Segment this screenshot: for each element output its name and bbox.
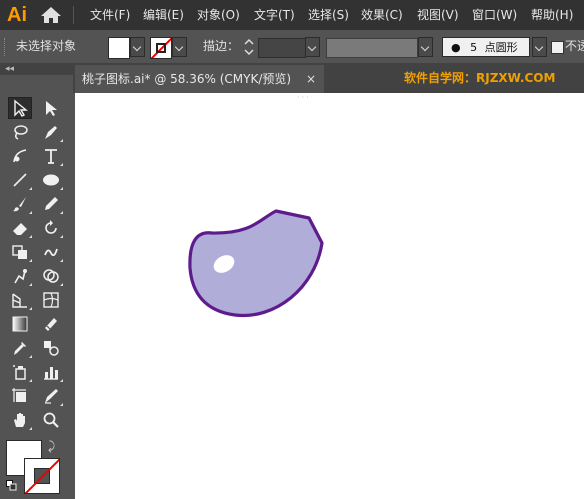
menu-select[interactable]: 选择(S) bbox=[308, 0, 349, 30]
stroke-color-box[interactable] bbox=[24, 458, 60, 494]
warp-tool-icon[interactable] bbox=[39, 241, 63, 263]
type-tool-icon[interactable] bbox=[39, 145, 63, 167]
brush-dropdown[interactable] bbox=[532, 37, 547, 57]
rotate-tool-icon[interactable] bbox=[39, 217, 63, 239]
menu-effect[interactable]: 效果(C) bbox=[361, 0, 403, 30]
eraser-alt-tool-icon[interactable] bbox=[39, 313, 63, 335]
width-tool-icon[interactable] bbox=[8, 241, 32, 263]
peach-shape-artwork[interactable] bbox=[75, 93, 584, 499]
shape-builder-tool-icon[interactable] bbox=[39, 265, 63, 287]
panel-collapse-icon[interactable]: ◂◂ bbox=[5, 63, 14, 75]
symbol-sprayer-tool-icon[interactable] bbox=[8, 361, 32, 383]
lasso-tool-icon[interactable] bbox=[8, 121, 32, 143]
fill-dropdown[interactable] bbox=[130, 37, 145, 57]
pencil-tool-icon[interactable] bbox=[39, 193, 63, 215]
brush-name: 点圆形 bbox=[484, 41, 518, 54]
curvature-tool-icon[interactable] bbox=[8, 145, 32, 167]
brush-definition-field[interactable]: ● 5 点圆形 bbox=[442, 37, 530, 57]
eyedropper-tool-icon[interactable] bbox=[8, 337, 32, 359]
peach-body[interactable] bbox=[188, 209, 324, 318]
stroke-color-swatch[interactable] bbox=[150, 37, 172, 59]
fill-color-swatch[interactable] bbox=[108, 37, 130, 59]
zoom-tool-icon[interactable] bbox=[39, 409, 63, 431]
menu-file[interactable]: 文件(F) bbox=[90, 0, 130, 30]
stroke-weight-stepper[interactable] bbox=[242, 37, 256, 57]
line-segment-tool-icon[interactable] bbox=[8, 169, 32, 191]
watermark-text: 软件自学网：RJZXW.COM bbox=[404, 71, 556, 85]
hand-tool-icon[interactable] bbox=[8, 409, 32, 431]
selection-tool-icon[interactable] bbox=[8, 97, 32, 119]
slice-tool-icon[interactable] bbox=[39, 385, 63, 407]
stroke-dropdown[interactable] bbox=[172, 37, 187, 57]
default-colors-icon[interactable] bbox=[6, 480, 17, 491]
opacity-checkbox[interactable] bbox=[551, 41, 564, 54]
menu-window[interactable]: 窗口(W) bbox=[472, 0, 517, 30]
gradient-tool-icon[interactable] bbox=[8, 313, 32, 335]
eraser-tool-icon[interactable] bbox=[8, 217, 32, 239]
profile-dropdown[interactable] bbox=[418, 37, 433, 57]
blend-tool-icon[interactable] bbox=[39, 337, 63, 359]
variable-width-profile[interactable] bbox=[326, 38, 418, 58]
pen-tool-icon[interactable] bbox=[39, 121, 63, 143]
swap-fill-stroke-icon[interactable]: ⤸ bbox=[48, 440, 55, 452]
menu-type[interactable]: 文字(T) bbox=[254, 0, 295, 30]
menu-edit[interactable]: 编辑(E) bbox=[143, 0, 184, 30]
perspective-grid-tool-icon[interactable] bbox=[8, 289, 32, 311]
document-tab-title[interactable]: 桃子图标.ai* @ 58.36% (CMYK/预览) bbox=[82, 65, 291, 93]
app-logo: Ai bbox=[7, 4, 27, 26]
menu-view[interactable]: 视图(V) bbox=[417, 0, 459, 30]
artboard-tool-icon[interactable] bbox=[8, 385, 32, 407]
control-bar-grip[interactable] bbox=[4, 38, 7, 56]
brush-dot-icon: ● bbox=[451, 41, 461, 54]
selection-status: 未选择对象 bbox=[16, 39, 77, 53]
paintbrush-tool-icon[interactable] bbox=[8, 193, 32, 215]
column-graph-tool-icon[interactable] bbox=[39, 361, 63, 383]
ellipse-tool-icon[interactable] bbox=[39, 169, 63, 191]
brush-size: 5 bbox=[470, 41, 478, 54]
home-icon[interactable] bbox=[40, 6, 62, 24]
close-tab-icon[interactable]: × bbox=[306, 65, 316, 93]
menu-divider bbox=[73, 6, 74, 24]
menu-help[interactable]: 帮助(H) bbox=[531, 0, 573, 30]
stroke-weight-dropdown[interactable] bbox=[305, 37, 320, 57]
stroke-weight-input[interactable] bbox=[258, 38, 306, 58]
direct-selection-tool-icon[interactable] bbox=[39, 97, 63, 119]
none-slash bbox=[25, 459, 59, 493]
menu-object[interactable]: 对象(O) bbox=[197, 0, 240, 30]
puppet-warp-tool-icon[interactable] bbox=[8, 265, 32, 287]
mesh-tool-icon[interactable] bbox=[39, 289, 63, 311]
stroke-label[interactable]: 描边： bbox=[203, 30, 239, 63]
opacity-label[interactable]: 不透明 bbox=[565, 30, 584, 63]
